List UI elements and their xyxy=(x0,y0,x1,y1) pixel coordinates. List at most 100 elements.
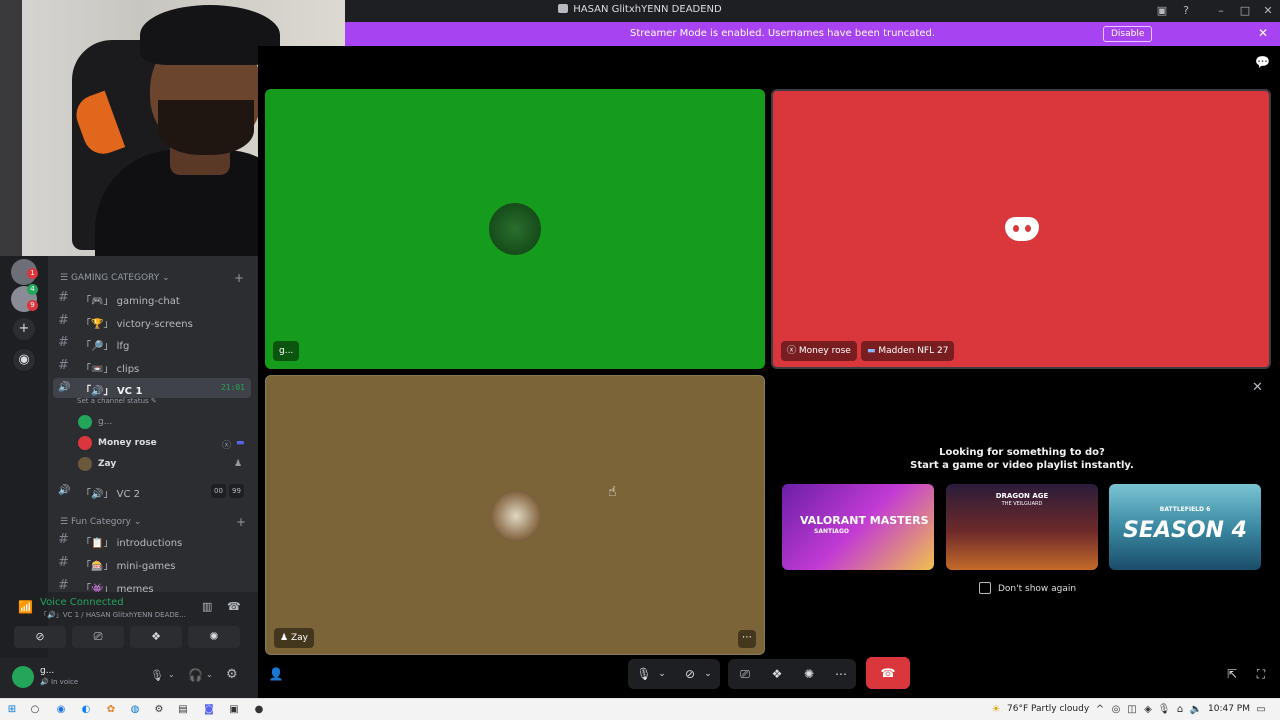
inbox-icon[interactable]: ▣ xyxy=(1154,3,1170,19)
activities-button[interactable]: ❖ xyxy=(130,626,182,648)
obs-icon[interactable]: ● xyxy=(252,703,266,717)
notifications-icon[interactable]: ▭ xyxy=(1254,703,1268,717)
chrome-icon[interactable]: ◉ xyxy=(54,703,68,717)
popout-icon[interactable]: ⇱ xyxy=(1218,660,1246,688)
video-tile-g[interactable]: g... xyxy=(265,89,765,369)
weather-text[interactable]: 76°F Partly cloudy xyxy=(1007,704,1089,714)
invite-icon[interactable]: 👤 xyxy=(262,660,290,688)
soundboard-icon[interactable]: ✺ xyxy=(795,660,823,688)
voice-user[interactable]: Zay ♟ xyxy=(78,454,248,474)
close-icon[interactable]: ✕ xyxy=(1260,3,1276,19)
avatar xyxy=(490,490,542,542)
app-icon[interactable]: ▣ xyxy=(227,703,241,717)
camera-button[interactable]: ⊘ xyxy=(14,626,66,648)
screen-share-button[interactable]: ⎚ xyxy=(72,626,124,648)
chevron-down-icon[interactable]: ⌄ xyxy=(206,670,213,679)
dont-show-again-checkbox[interactable] xyxy=(979,582,991,594)
more-options-icon[interactable]: ⋯ xyxy=(738,630,756,648)
app-icon[interactable]: ▤ xyxy=(176,703,190,717)
voice-user[interactable]: Money rose ⓧ ▬ xyxy=(78,433,248,453)
server-icon xyxy=(558,4,569,13)
help-icon[interactable]: ? xyxy=(1178,3,1194,19)
tray-icon[interactable]: ◫ xyxy=(1125,703,1139,717)
text-channel-icon: # xyxy=(58,358,69,373)
gear-icon[interactable]: ⚙ xyxy=(226,667,238,682)
text-channel-icon: # xyxy=(58,578,69,592)
channel-prefix: 「👾」 xyxy=(81,584,114,592)
add-channel-icon[interactable]: + xyxy=(234,271,244,285)
activities-subheading: Start a game or video playlist instantly… xyxy=(910,460,1134,471)
noise-suppression-icon[interactable]: ▥ xyxy=(202,600,212,613)
user-limit: 99 xyxy=(229,484,244,498)
volume-icon[interactable]: 🔈 xyxy=(1189,703,1203,717)
user-status-text: In voice xyxy=(50,678,79,686)
browser-icon[interactable]: ◍ xyxy=(128,703,142,717)
channel-name: gaming-chat xyxy=(116,296,180,307)
chevron-down-icon[interactable]: ⌄ xyxy=(168,670,175,679)
avatar xyxy=(78,457,92,471)
channel-introductions[interactable]: # 「📋」 introductions xyxy=(53,530,251,550)
channel-label: 「🏆」 victory-screens xyxy=(81,315,193,330)
network-icon[interactable]: ⌂ xyxy=(1173,703,1187,717)
activities-icon: ❖ xyxy=(151,630,161,643)
chat-icon[interactable]: 💬 xyxy=(1255,55,1270,69)
avatar[interactable] xyxy=(12,666,34,688)
tray-icon[interactable]: ◈ xyxy=(1141,703,1155,717)
clock-time[interactable]: 10:47 PM xyxy=(1208,704,1250,714)
voice-connected-status[interactable]: Voice Connected xyxy=(40,597,124,608)
microphone-icon[interactable]: 🎙 xyxy=(1157,703,1171,717)
search-icon[interactable]: ○ xyxy=(28,703,42,717)
headphones-icon[interactable]: 🎧 xyxy=(188,668,203,682)
app-icon[interactable]: ✿ xyxy=(104,703,118,717)
discover-icon[interactable]: ◉ xyxy=(13,349,35,371)
close-activities-icon[interactable]: ✕ xyxy=(1252,380,1263,395)
channel-prefix: 「🏆」 xyxy=(81,319,114,330)
activities-icon[interactable]: ❖ xyxy=(763,660,791,688)
text-channel-icon: # xyxy=(58,335,69,350)
chevron-down-icon[interactable]: ⌄ xyxy=(698,660,718,688)
voice-user[interactable]: g... xyxy=(78,412,248,432)
windows-start-icon[interactable]: ⊞ xyxy=(5,703,19,717)
signal-icon[interactable]: 📶 xyxy=(18,600,33,614)
activity-card-valorant[interactable]: VALORANT MASTERS SANTIAGO xyxy=(782,484,934,570)
channel-gaming-chat[interactable]: # 「🎮」 gaming-chat xyxy=(53,288,251,308)
microphone-icon[interactable]: 🎙 xyxy=(150,669,164,682)
chevron-up-icon[interactable]: ^ xyxy=(1093,703,1107,717)
settings-icon[interactable]: ⚙ xyxy=(152,703,166,717)
channel-vc-2[interactable]: 🔊 「🔊」 VC 2 00 99 xyxy=(53,481,251,501)
channel-memes[interactable]: # 「👾」 memes xyxy=(53,576,251,592)
edge-icon[interactable]: ◐ xyxy=(79,703,93,717)
screen-share-icon[interactable]: ⎚ xyxy=(731,660,759,688)
channel-victory-screens[interactable]: # 「🏆」 victory-screens xyxy=(53,311,251,331)
activity-card-battlefield[interactable]: BATTLEFIELD 6 SEASON 4 xyxy=(1109,484,1261,570)
maximize-icon[interactable]: □ xyxy=(1237,3,1253,19)
chevron-down-icon[interactable]: ⌄ xyxy=(652,660,672,688)
channel-lfg[interactable]: # 「🔎」 lfg xyxy=(53,333,251,353)
leave-call-button[interactable]: ☎ xyxy=(866,657,910,689)
channel-status[interactable]: Set a channel status ✎ xyxy=(77,397,157,405)
channel-clips[interactable]: # 「📼」 clips xyxy=(53,356,251,376)
video-tile-money-rose[interactable]: ⓧ Money rose ▬ Madden NFL 27 xyxy=(771,89,1271,369)
discord-taskbar-icon[interactable]: ◙ xyxy=(202,703,216,717)
game-icon: ▬ xyxy=(867,346,876,356)
avatar xyxy=(78,415,92,429)
channel-vc-1[interactable]: 🔊 「🔊」 VC 1 21:01 xyxy=(53,378,251,398)
add-server-icon[interactable]: + xyxy=(13,318,35,340)
voice-location[interactable]: 「🔊」VC 1 / HASAN GlitxhYENN DEADE... xyxy=(40,610,186,620)
category-gaming[interactable]: ☰ GAMING CATEGORY ⌄ xyxy=(60,273,170,283)
disable-streamer-mode-button[interactable]: Disable xyxy=(1103,26,1153,42)
video-tile-zay[interactable]: ♟ Zay ⋯ xyxy=(265,375,765,655)
channel-name: VC 2 xyxy=(116,489,141,500)
soundboard-button[interactable]: ✺ xyxy=(188,626,240,648)
more-options-icon[interactable]: ⋯ xyxy=(827,660,855,688)
disconnect-icon[interactable]: ☎ xyxy=(227,600,241,613)
category-fun[interactable]: ☰ Fun Category ⌄ xyxy=(60,517,141,527)
activity-card-dragon-age[interactable]: DRAGON AGE THE VEILGUARD xyxy=(946,484,1098,570)
channel-mini-games[interactable]: # 「🎰」 mini-games xyxy=(53,553,251,573)
fullscreen-icon[interactable]: ⛶ xyxy=(1247,660,1275,688)
minimize-icon[interactable]: – xyxy=(1213,3,1229,19)
weather-icon[interactable]: ☀ xyxy=(989,703,1003,717)
tray-icon[interactable]: ◎ xyxy=(1109,703,1123,717)
discord-window: HASAN GlitxhYENN DEADEND ▣ ? – □ ✕ Strea… xyxy=(0,0,1280,720)
close-banner-icon[interactable]: ✕ xyxy=(1258,26,1268,40)
